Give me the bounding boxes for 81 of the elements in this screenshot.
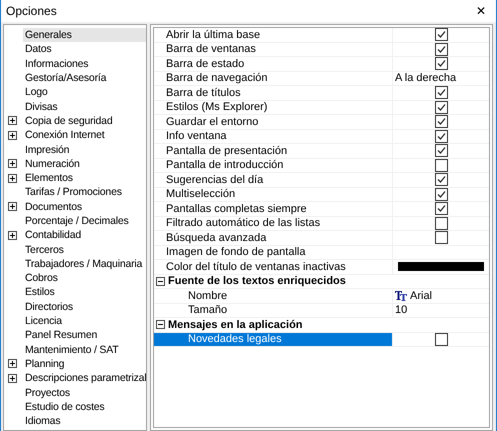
checkbox[interactable] xyxy=(434,86,448,100)
group-header[interactable]: Fuente de los textos enriquecidos xyxy=(168,273,346,290)
checkbox[interactable] xyxy=(434,57,448,70)
collapse-icon[interactable] xyxy=(156,276,165,286)
checkbox[interactable] xyxy=(434,115,448,128)
checkbox[interactable] xyxy=(434,202,448,216)
property-name[interactable]: Barra de estado xyxy=(166,56,244,72)
property-value[interactable]: 10 xyxy=(393,302,408,318)
tree-item[interactable]: Informaciones xyxy=(23,56,90,71)
tree-item[interactable]: Tarifas / Promociones xyxy=(23,185,124,200)
checkbox[interactable] xyxy=(434,332,448,346)
tree-item[interactable]: Divisas xyxy=(23,100,60,114)
checkbox[interactable] xyxy=(434,42,448,56)
property-value[interactable]: A la derecha xyxy=(393,70,456,86)
tree-item[interactable]: Contabilidad xyxy=(23,228,83,242)
tree-item[interactable]: Proyectos xyxy=(23,386,72,400)
property-name[interactable]: Pantalla de presentación xyxy=(166,142,288,159)
tree-item[interactable]: Estudio de costes xyxy=(23,400,106,414)
property-name[interactable]: Pantalla de introducción xyxy=(166,157,284,174)
tree-item[interactable]: Copia de seguridad xyxy=(23,114,114,128)
property-name[interactable]: Barra de navegación xyxy=(166,70,268,86)
expand-icon[interactable] xyxy=(8,202,17,212)
expand-icon[interactable] xyxy=(8,359,17,368)
property-name[interactable]: Info ventana xyxy=(166,128,227,144)
tree-item[interactable]: Generales xyxy=(23,28,146,42)
expand-icon[interactable] xyxy=(8,130,17,140)
checkbox[interactable] xyxy=(434,158,448,172)
checkbox[interactable] xyxy=(434,100,448,114)
checkbox[interactable] xyxy=(434,188,448,201)
tree-item[interactable]: Terceros xyxy=(23,242,66,257)
expand-icon[interactable] xyxy=(8,174,17,183)
tree-item[interactable]: Trabajadores / Maquinaria xyxy=(23,256,144,271)
tree-item[interactable]: Elementos xyxy=(23,171,75,186)
checkbox[interactable] xyxy=(434,173,448,186)
checkbox[interactable] xyxy=(434,216,448,230)
checkbox[interactable] xyxy=(434,28,448,42)
property-name[interactable]: Imagen de fondo de pantalla xyxy=(166,244,306,260)
tree-item[interactable]: Planning xyxy=(23,356,66,371)
tree-item[interactable]: Impresión xyxy=(23,142,72,157)
property-name[interactable]: Tamaño xyxy=(188,302,228,318)
tree-item[interactable]: Idiomas xyxy=(23,414,62,428)
tree-item[interactable]: Directorios xyxy=(23,300,75,314)
tree-item[interactable]: Panel Resumen xyxy=(23,328,100,342)
property-name[interactable]: Búsqueda avanzada xyxy=(166,230,266,246)
tree-item[interactable]: Gestoría/Asesoría xyxy=(23,71,108,86)
color-swatch[interactable] xyxy=(398,262,484,272)
tree-item[interactable]: Documentos xyxy=(23,200,84,214)
tree-item[interactable]: Logo xyxy=(23,85,50,100)
property-name[interactable]: Color del título de ventanas inactivas xyxy=(166,258,346,275)
group-header[interactable]: Mensajes en la aplicación xyxy=(168,316,303,333)
tree-item[interactable]: Mantenimiento / SAT xyxy=(23,342,120,357)
tree-item[interactable]: Descripciones parametrizal xyxy=(23,371,146,386)
property-name[interactable]: Barra de títulos xyxy=(166,84,241,101)
property-name[interactable]: Abrir la última base xyxy=(166,26,260,43)
window-title: Opciones xyxy=(6,3,57,20)
checkbox[interactable] xyxy=(434,130,448,143)
property-name[interactable]: Nombre xyxy=(188,288,228,304)
property-name[interactable]: Filtrado automático de las listas xyxy=(166,215,320,232)
checkbox[interactable] xyxy=(434,231,448,244)
expand-icon[interactable] xyxy=(8,374,17,383)
tree-item[interactable]: Datos xyxy=(23,42,54,56)
expand-icon[interactable] xyxy=(8,159,17,168)
tree-item[interactable]: Licencia xyxy=(23,314,64,328)
tree-item[interactable]: Numeración xyxy=(23,156,82,171)
property-name[interactable]: Multiselección xyxy=(166,186,236,202)
close-button[interactable]: ✕ xyxy=(466,0,496,22)
font-icon xyxy=(395,290,407,302)
property-name[interactable]: Sugerencias del día xyxy=(166,172,264,188)
checkbox[interactable] xyxy=(434,144,448,158)
tree-item[interactable]: Conexión Internet xyxy=(23,128,106,142)
property-name[interactable]: Barra de ventanas xyxy=(166,41,256,58)
property-value[interactable]: Arial xyxy=(410,288,432,304)
expand-icon[interactable] xyxy=(8,230,17,240)
tree-item[interactable]: Porcentaje / Decimales xyxy=(23,214,131,228)
property-name[interactable]: Pantallas completas siempre xyxy=(166,200,307,217)
property-name[interactable]: Guardar el entorno xyxy=(166,114,258,130)
tree-item[interactable]: Estilos xyxy=(23,285,57,300)
collapse-icon[interactable] xyxy=(156,320,165,330)
expand-icon[interactable] xyxy=(8,116,17,126)
property-name[interactable]: Estilos (Ms Explorer) xyxy=(166,99,268,116)
tree-item[interactable]: Cobros xyxy=(23,271,60,286)
